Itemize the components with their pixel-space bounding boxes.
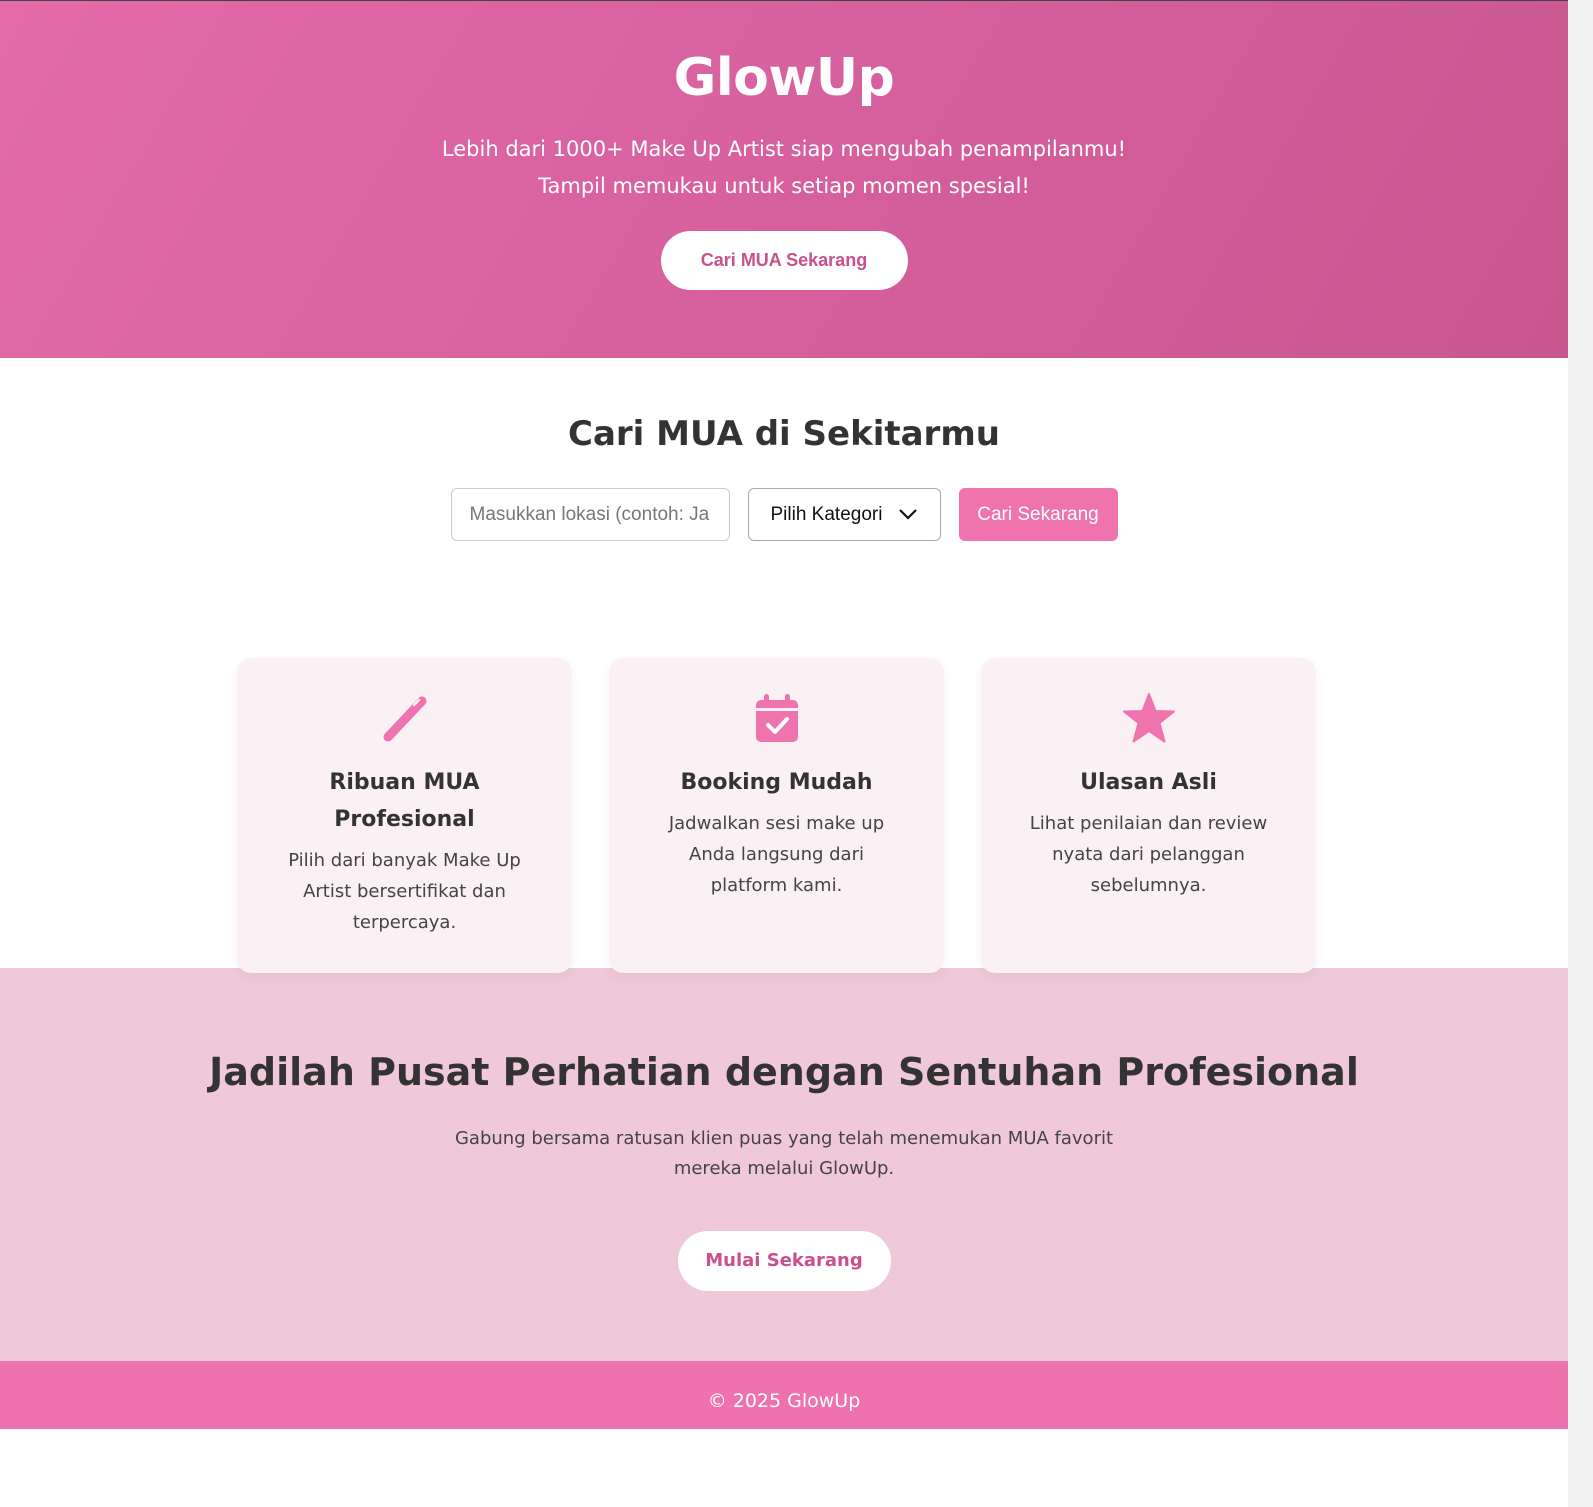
hero-subtitle-line-1: Lebih dari 1000+ Make Up Artist siap men… — [441, 137, 1127, 161]
cta-description: Gabung bersama ratusan klien puas yang t… — [454, 1128, 1114, 1179]
footer: © 2025 GlowUp — [0, 1361, 1568, 1429]
category-select[interactable]: Pilih Kategori — [747, 488, 941, 541]
calendar-check-icon — [649, 692, 904, 744]
hero-section: GlowUp Lebih dari 1000+ Make Up Artist s… — [0, 0, 1568, 358]
feature-title: Ulasan Asli — [1080, 770, 1217, 795]
cta-section: Jadilah Pusat Perhatian dengan Sentuhan … — [0, 968, 1568, 1361]
hero-subtitle-line-2: Tampil memukau untuk setiap momen spesia… — [538, 174, 1030, 198]
cta-title: Jadilah Pusat Perhatian dengan Sentuhan … — [209, 1050, 1359, 1094]
feature-description: Lihat penilaian dan review nyata dari pe… — [1029, 813, 1268, 896]
location-input[interactable]: Masukkan lokasi (contoh: Ja — [450, 488, 730, 541]
category-select-value: Pilih Kategori — [770, 503, 883, 525]
feature-card: Booking Mudah Jadwalkan sesi make up And… — [609, 658, 944, 973]
feature-cards: Ribuan MUA Profesional Pilih dari banyak… — [237, 658, 1316, 973]
feature-title: Booking Mudah — [680, 770, 873, 795]
page: GlowUp Lebih dari 1000+ Make Up Artist s… — [0, 0, 1568, 1429]
feature-description: Pilih dari banyak Make Up Artist bersert… — [288, 850, 521, 933]
search-button[interactable]: Cari Sekarang — [958, 488, 1118, 541]
feature-card: Ulasan Asli Lihat penilaian dan review n… — [981, 658, 1316, 973]
hero-cta-button[interactable]: Cari MUA Sekarang — [660, 231, 908, 290]
brush-icon — [277, 692, 532, 744]
star-icon — [1021, 692, 1276, 744]
feature-title: Ribuan MUA Profesional — [329, 770, 480, 832]
footer-copyright: © 2025 GlowUp — [707, 1390, 861, 1412]
scrollbar[interactable] — [1568, 0, 1593, 1507]
search-form: Masukkan lokasi (contoh: Ja Pilih Katego… — [0, 488, 1568, 541]
feature-description: Jadwalkan sesi make up Anda langsung dar… — [668, 813, 885, 896]
chevron-down-icon — [898, 504, 918, 526]
search-title: Cari MUA di Sekitarmu — [568, 414, 1000, 454]
start-now-button[interactable]: Mulai Sekarang — [677, 1231, 891, 1291]
search-section: Cari MUA di Sekitarmu Masukkan lokasi (c… — [0, 358, 1568, 973]
feature-card: Ribuan MUA Profesional Pilih dari banyak… — [237, 658, 572, 973]
hero-title: GlowUp — [673, 48, 895, 108]
hero-subtitle: Lebih dari 1000+ Make Up Artist siap men… — [0, 131, 1568, 205]
